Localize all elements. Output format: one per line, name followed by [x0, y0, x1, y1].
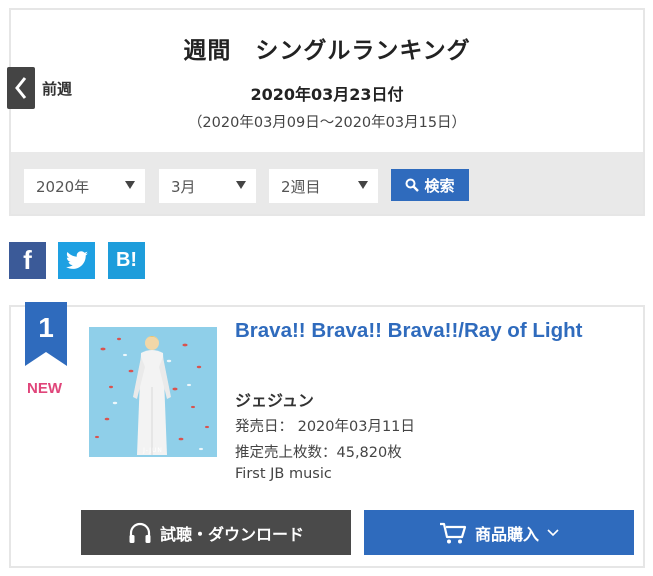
twitter-icon: [65, 250, 88, 269]
estimated-sales: 推定売上枚数：45,820枚: [235, 445, 402, 461]
hatena-icon: B!: [115, 249, 138, 271]
release-date-label: 発売日：: [235, 419, 293, 435]
month-select-value: 3月: [171, 177, 196, 196]
ranking-header: 週間 シングルランキング 前週 2020年03月23日付 （2020年03月09…: [7, 8, 645, 216]
month-select[interactable]: 3月: [159, 169, 256, 203]
ranking-period: （2020年03月09日〜2020年03月15日）: [187, 115, 467, 131]
release-date-value: 2020年03月11日: [297, 419, 415, 435]
shopping-cart-icon: [439, 522, 467, 543]
ranking-date: 2020年03月23日付: [250, 85, 404, 104]
headphones-icon: [129, 522, 151, 543]
song-title-link[interactable]: Brava!! Brava!! Brava!!/Ray of Light: [235, 315, 635, 346]
search-button[interactable]: 検索: [391, 169, 469, 201]
rank-number: 1: [38, 312, 54, 343]
chevron-down-icon: [547, 528, 559, 536]
page-title: 週間 シングルランキング: [183, 38, 471, 64]
facebook-share-button[interactable]: f: [9, 242, 46, 279]
hatena-bookmark-button[interactable]: B!: [108, 242, 145, 279]
artist-name[interactable]: ジェジュン: [235, 387, 314, 411]
search-icon: [405, 178, 420, 192]
album-jacket-image[interactable]: J-JUN: [89, 327, 217, 457]
filter-bar: 2020年 3月 2週目 検索: [11, 152, 643, 214]
release-date: 発売日： 2020年03月11日: [235, 415, 415, 436]
purchase-label: 商品購入: [474, 524, 539, 544]
year-select[interactable]: 2020年: [24, 169, 145, 203]
jacket-artist-text: J-JUN: [143, 447, 163, 454]
dropdown-arrow-icon: [358, 181, 368, 189]
week-select-value: 2週目: [281, 177, 321, 196]
listen-download-label: 試聴・ダウンロード: [159, 524, 304, 544]
new-badge: NEW: [27, 380, 62, 397]
twitter-share-button[interactable]: [58, 242, 95, 279]
listen-download-button[interactable]: 試聴・ダウンロード: [81, 510, 351, 555]
record-label: First JB music: [235, 466, 332, 482]
search-button-label: 検索: [424, 176, 455, 195]
year-select-value: 2020年: [36, 177, 90, 196]
dropdown-arrow-icon: [236, 181, 246, 189]
purchase-button[interactable]: 商品購入: [364, 510, 634, 555]
dropdown-arrow-icon: [125, 181, 135, 189]
week-select[interactable]: 2週目: [269, 169, 378, 203]
facebook-icon: f: [23, 245, 32, 275]
ranking-entry: 1 NEW J-JUN Brava!! Brava!! Brava!!/Ray …: [9, 302, 645, 568]
